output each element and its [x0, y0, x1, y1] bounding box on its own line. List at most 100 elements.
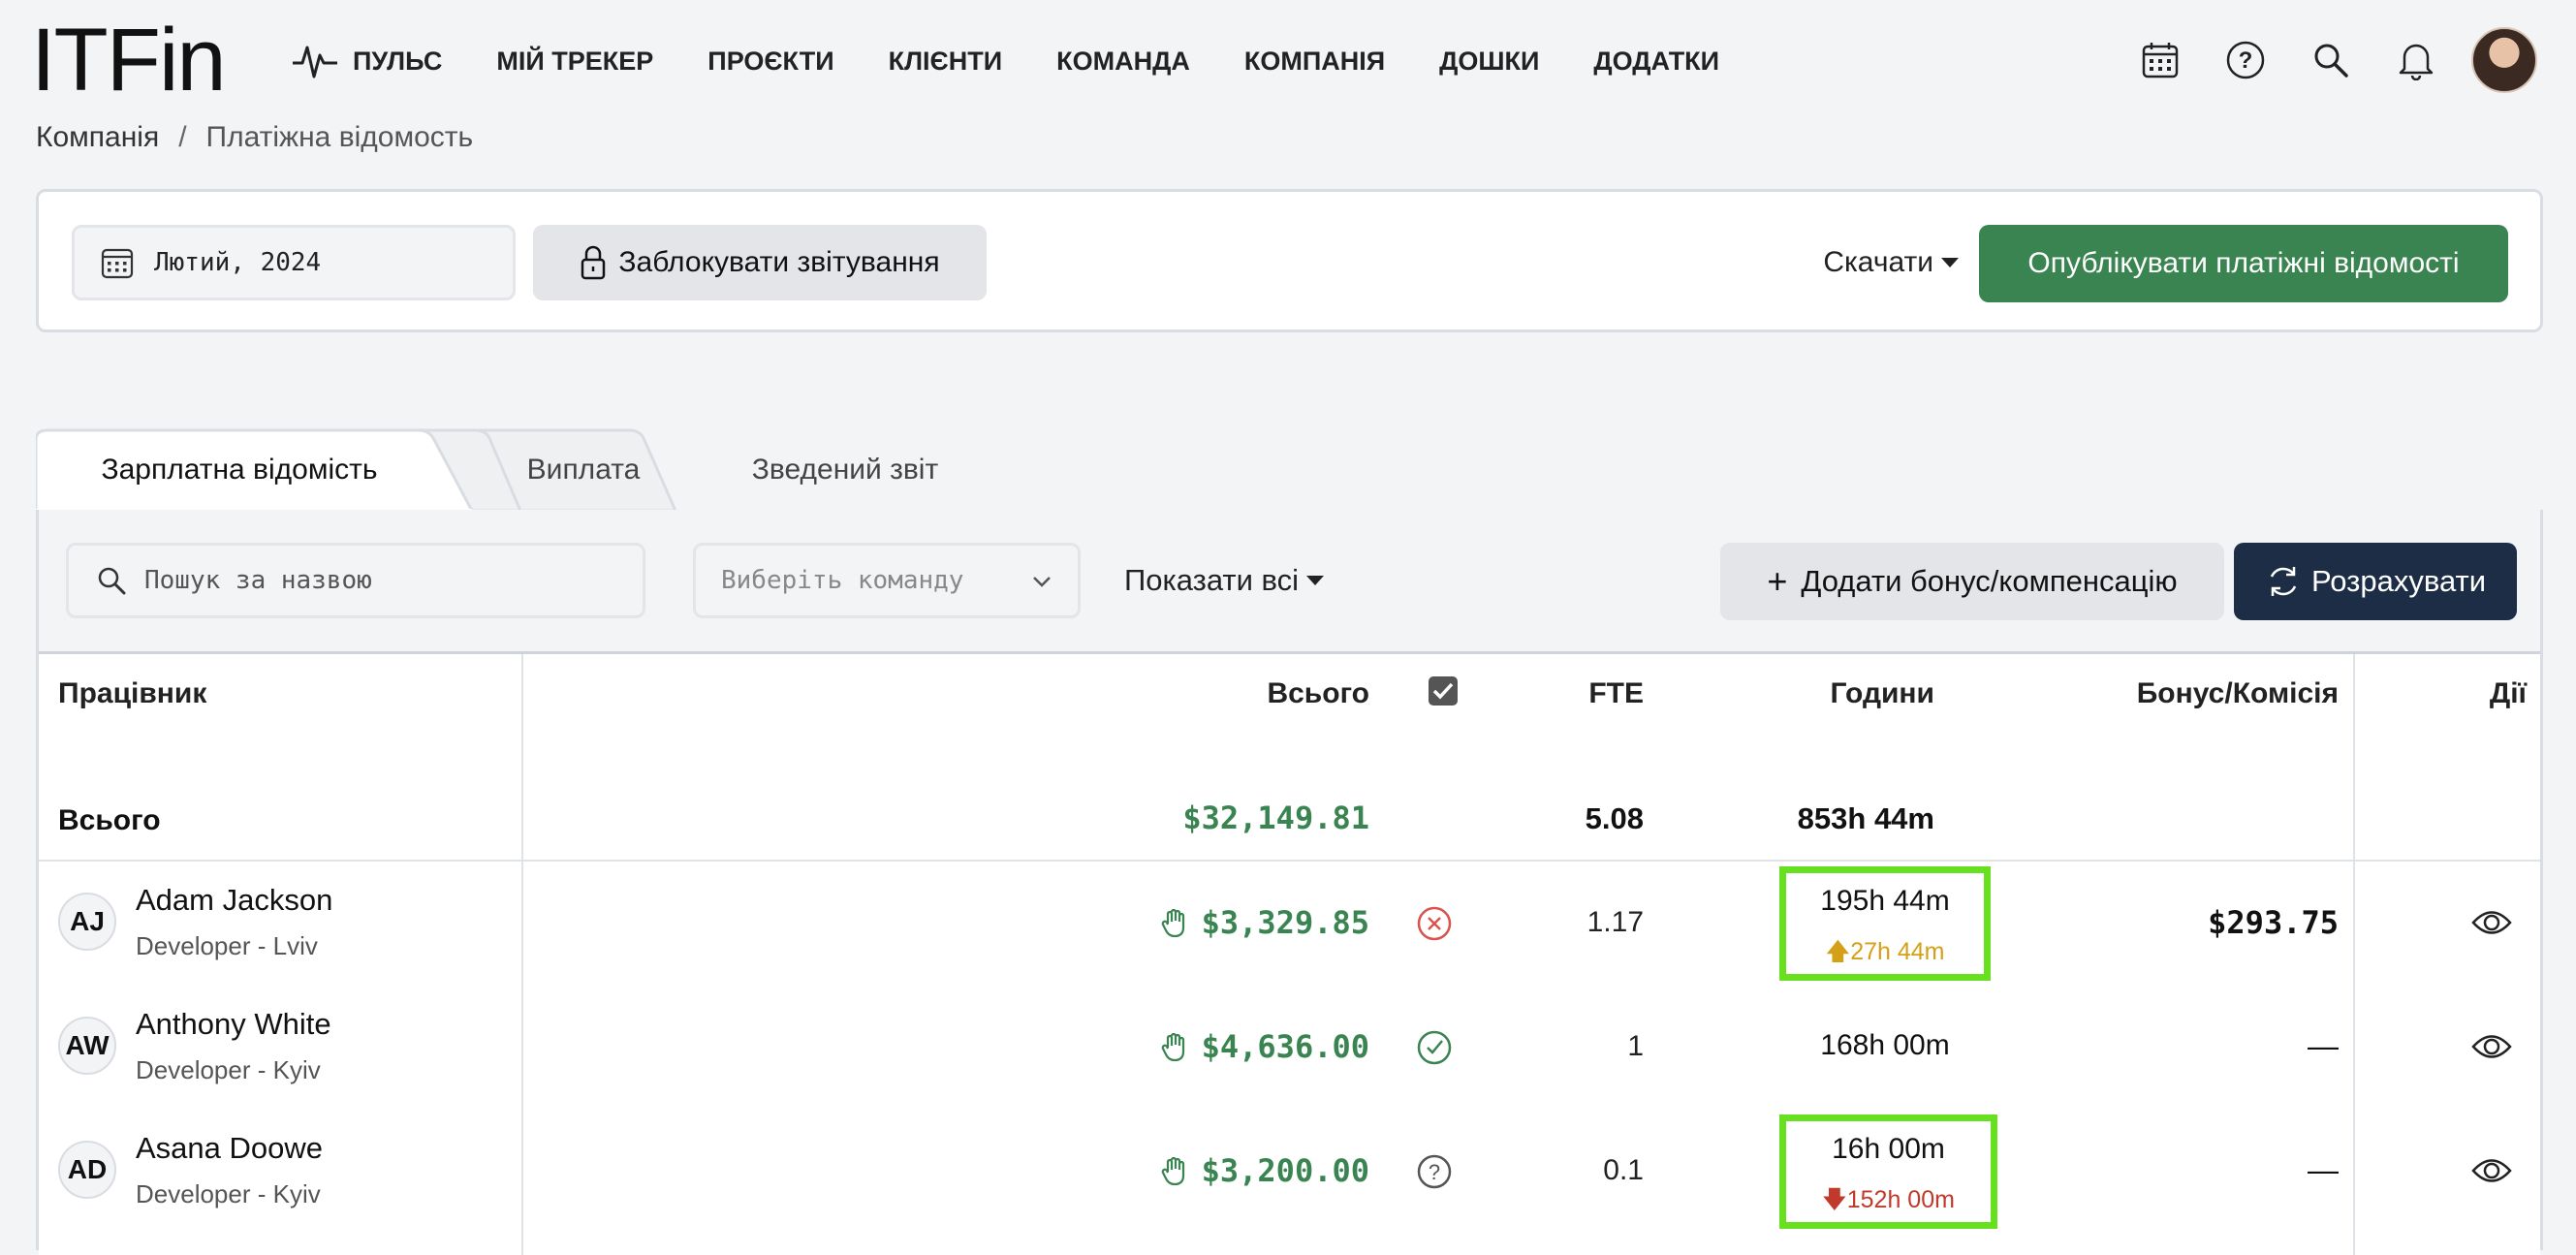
totals-hours: 853h 44m — [1797, 801, 1934, 835]
unknown-status-icon[interactable]: ? — [1415, 1152, 1454, 1191]
hours-cell[interactable]: 168h 00m — [1779, 990, 1991, 1105]
period-picker[interactable]: Лютий, 2024 — [72, 225, 516, 300]
nav-item-addons[interactable]: ДОДАТКИ — [1593, 47, 1719, 77]
app-logo[interactable]: ITFin — [31, 10, 227, 111]
employee-name[interactable]: Asana Doowe — [136, 1131, 323, 1166]
header-hours[interactable]: Години — [1831, 677, 1935, 710]
main-nav: ПУЛЬС МІЙ ТРЕКЕР ПРОЄКТИ КЛІЄНТИ КОМАНДА… — [291, 29, 1774, 93]
help-icon[interactable]: ? — [2215, 30, 2276, 90]
header-total[interactable]: Всього — [1267, 677, 1369, 710]
caret-down-icon — [1941, 258, 1959, 267]
team-select[interactable]: Виберіть команду — [693, 543, 1081, 618]
nav-item-my-tracker[interactable]: МІЙ ТРЕКЕР — [496, 47, 653, 77]
totals-amount: $32,149.81 — [1182, 800, 1369, 836]
refresh-icon — [2270, 567, 2297, 596]
hand-icon — [1161, 1032, 1184, 1062]
employee-amount[interactable]: $3,200.00 — [1161, 1152, 1369, 1189]
pulse-icon — [293, 46, 337, 78]
add-bonus-label: Додати бонус/компенсацію — [1801, 564, 2178, 598]
lock-reporting-button[interactable]: Заблокувати звітування — [533, 225, 987, 300]
hand-icon — [1161, 908, 1184, 938]
breadcrumb-separator: / — [178, 121, 187, 153]
eye-icon[interactable] — [2471, 1030, 2512, 1063]
hours-cell-highlighted[interactable]: 195h 44m 🡅27h 44m — [1779, 866, 1991, 981]
download-dropdown[interactable]: Скачати — [1823, 225, 1959, 300]
user-avatar[interactable] — [2471, 27, 2537, 93]
payroll-table: Працівник Всього FTE Години Бонус/Комісі… — [39, 651, 2540, 1255]
payroll-content: Виберіть команду Показати всі + Додати б… — [36, 510, 2543, 1255]
arrow-down-icon: 🡇 — [1822, 1186, 1847, 1213]
arrow-up-icon: 🡅 — [1825, 938, 1851, 965]
top-bar: ITFin ПУЛЬС МІЙ ТРЕКЕР ПРОЄКТИ КЛІЄНТИ К… — [0, 0, 2576, 121]
nav-item-pulse[interactable]: ПУЛЬС — [291, 42, 442, 80]
add-bonus-button[interactable]: + Додати бонус/компенсацію — [1720, 543, 2224, 620]
table-row[interactable]: AJ Adam Jackson Developer - Lviv $3,329.… — [39, 862, 2540, 986]
hours-delta: 🡇152h 00m — [1786, 1181, 1991, 1223]
hours-value: 168h 00m — [1820, 1029, 1950, 1061]
employee-fte: 1.17 — [1586, 906, 1644, 938]
employee-avatar: AD — [58, 1141, 116, 1199]
employee-name[interactable]: Anthony White — [136, 1007, 331, 1042]
rejected-status-icon[interactable] — [1415, 904, 1454, 943]
header-bonus[interactable]: Бонус/Комісія — [2137, 677, 2339, 710]
chevron-down-icon — [1033, 577, 1051, 587]
calculate-label: Розрахувати — [2310, 564, 2487, 598]
show-all-dropdown[interactable]: Показати всі — [1124, 543, 1325, 618]
tab-summary-report[interactable]: Зведений звіт — [656, 428, 1034, 511]
top-icons: ? — [2105, 27, 2537, 93]
eye-icon[interactable] — [2471, 1154, 2512, 1187]
nav-item-boards[interactable]: ДОШКИ — [1439, 47, 1539, 77]
totals-fte: 5.08 — [1585, 801, 1644, 835]
employee-fte: 0.1 — [1603, 1154, 1644, 1186]
search-input[interactable] — [142, 565, 602, 596]
amount-value: $4,636.00 — [1201, 1028, 1369, 1065]
search-icon[interactable] — [2301, 30, 2361, 90]
employee-avatar: AW — [58, 1017, 116, 1075]
nav-item-company[interactable]: КОМПАНІЯ — [1244, 47, 1385, 77]
hours-delta-value: 27h 44m — [1850, 938, 1945, 965]
employee-name[interactable]: Adam Jackson — [136, 883, 332, 918]
payroll-tabs: Зарплатна відомість Виплата Зведений зві… — [36, 428, 1102, 512]
download-label: Скачати — [1823, 246, 1933, 278]
header-employee[interactable]: Працівник — [58, 677, 206, 710]
nav-item-clients[interactable]: КЛІЄНТИ — [889, 47, 1003, 77]
checkbox-checked-icon — [1429, 676, 1458, 706]
employee-amount[interactable]: $3,329.85 — [1161, 904, 1369, 941]
search-icon — [98, 567, 126, 595]
approved-status-icon[interactable] — [1415, 1028, 1454, 1067]
amount-value: $3,329.85 — [1201, 904, 1369, 941]
header-fte[interactable]: FTE — [1588, 677, 1644, 710]
table-row[interactable]: AD Asana Doowe Developer - Kyiv $3,200.0… — [39, 1110, 2540, 1234]
employee-fte: 1 — [1627, 1030, 1644, 1062]
calendar-icon[interactable] — [2130, 30, 2190, 90]
lock-reporting-label: Заблокувати звітування — [618, 246, 940, 278]
nav-item-projects[interactable]: ПРОЄКТИ — [707, 47, 833, 77]
select-all-checkbox[interactable] — [1428, 675, 1459, 714]
tab-payroll[interactable]: Зарплатна відомість — [36, 428, 443, 511]
caret-down-icon — [1306, 576, 1325, 585]
calendar-icon — [101, 248, 134, 279]
breadcrumb-current: Платіжна відомость — [205, 121, 474, 153]
table-row[interactable]: AW Anthony White Developer - Kyiv $4,636… — [39, 986, 2540, 1110]
employee-amount[interactable]: $4,636.00 — [1161, 1028, 1369, 1065]
eye-icon[interactable] — [2471, 906, 2512, 939]
search-box[interactable] — [66, 543, 645, 618]
calculate-button[interactable]: Розрахувати — [2234, 543, 2517, 620]
hours-cell-highlighted[interactable]: 16h 00m 🡇152h 00m — [1779, 1114, 1997, 1229]
employee-role: Developer - Kyiv — [136, 1179, 321, 1208]
payroll-controls-panel: Лютий, 2024 Заблокувати звітування Скача… — [36, 189, 2543, 332]
hours-delta-value: 152h 00m — [1846, 1186, 1955, 1213]
employee-role: Developer - Kyiv — [136, 1055, 321, 1084]
publish-payroll-button[interactable]: Опублікувати платіжні відомості — [1979, 225, 2508, 302]
employee-bonus: — — [2308, 1028, 2339, 1063]
bell-icon[interactable] — [2386, 30, 2446, 90]
header-actions: Дії — [2489, 677, 2527, 709]
show-all-label: Показати всі — [1124, 563, 1300, 597]
svg-text:?: ? — [2239, 47, 2253, 74]
hours-value: 195h 44m — [1820, 885, 1950, 917]
employee-bonus: $293.75 — [2208, 904, 2339, 941]
employee-role: Developer - Lviv — [136, 931, 318, 960]
hand-icon — [1161, 1156, 1184, 1186]
nav-item-team[interactable]: КОМАНДА — [1056, 47, 1190, 77]
breadcrumb-parent[interactable]: Компанія — [36, 121, 159, 154]
